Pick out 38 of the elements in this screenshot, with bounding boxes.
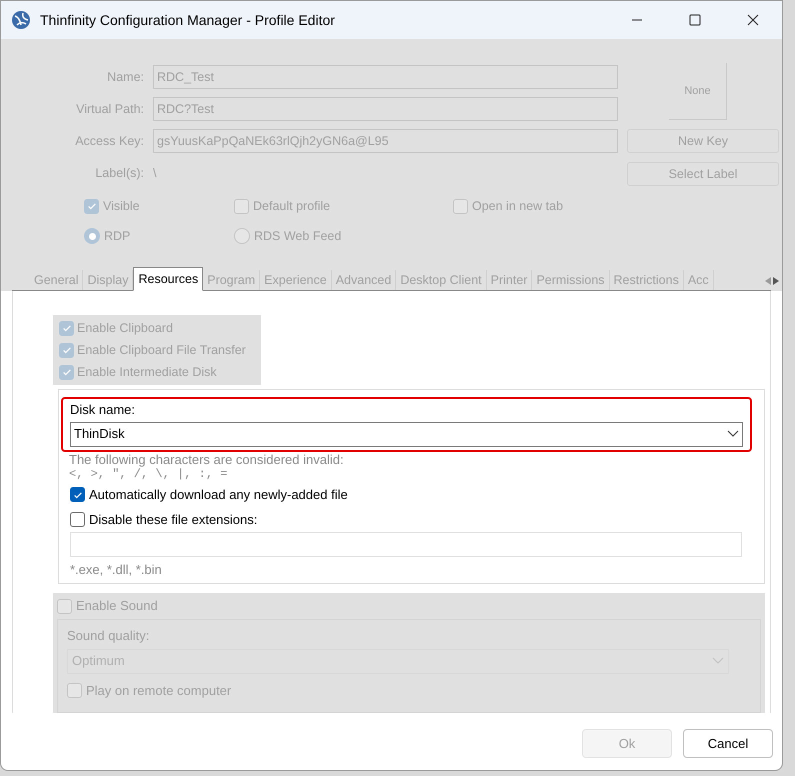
field-label: Name:	[106, 68, 144, 86]
check-icon	[86, 201, 96, 211]
chevron-down-icon	[712, 657, 724, 665]
checkbox-label: Enable Clipboard File Transfer	[77, 342, 246, 359]
check-icon	[62, 323, 72, 333]
field-label: Sound quality:	[67, 627, 150, 645]
checkbox-label: Play on remote computer	[86, 682, 232, 700]
combo-box[interactable]: ThinDisk	[70, 422, 743, 446]
maximize-icon	[689, 14, 701, 26]
field-label: Label(s):	[94, 164, 144, 182]
checkbox-label: Enable Intermediate Disk	[77, 364, 217, 381]
close-icon	[747, 14, 759, 26]
checkbox[interactable]	[70, 487, 85, 502]
checkbox-label: Disable these file extensions:	[89, 510, 258, 529]
checkbox-label: Default profile	[253, 198, 330, 215]
radio-label: RDP	[104, 228, 130, 245]
check-icon	[62, 345, 72, 355]
chevron-down-icon	[727, 430, 739, 438]
field-value: \	[153, 164, 156, 182]
check-icon	[72, 490, 82, 500]
checkbox-label: Automatically download any newly-added file	[89, 486, 348, 504]
window-title: Thinfinity Configuration Manager - Profile Editor	[40, 10, 335, 30]
extensions-field[interactable]	[70, 532, 742, 556]
checkbox-label: Visible	[103, 198, 140, 215]
checkbox-label: Enable Clipboard	[77, 320, 173, 337]
checkbox[interactable]	[70, 512, 85, 527]
checkbox-label: Open in new tab	[472, 198, 564, 215]
checkbox-label: Enable Sound	[76, 597, 158, 616]
field-label: Virtual Path:	[75, 100, 144, 118]
field-label: Disk name:	[70, 401, 136, 419]
hint-text: The following characters are considered invalid:	[69, 452, 345, 466]
dialog-button[interactable]: Cancel	[683, 729, 773, 758]
example-text: *.exe, *.dll, *.bin	[70, 560, 163, 578]
field-label: Access Key:	[74, 132, 144, 150]
radio-label: RDS Web Feed	[254, 228, 342, 245]
globe-icon	[11, 10, 31, 30]
check-icon	[62, 367, 72, 377]
invalid-characters: <, >, ", /, \, |, :, =	[69, 466, 228, 482]
